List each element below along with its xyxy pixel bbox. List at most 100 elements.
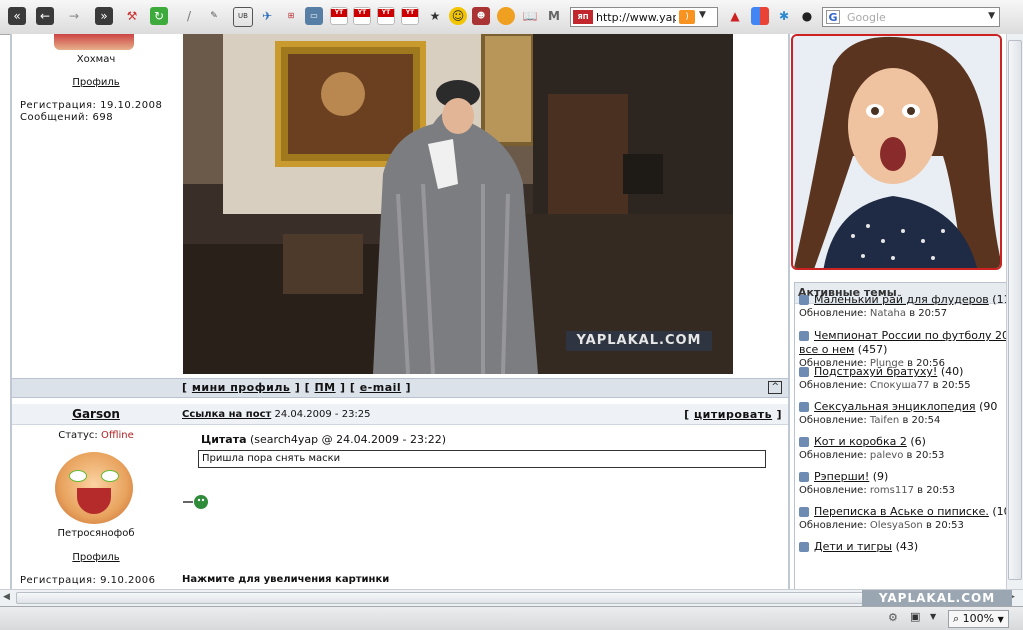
topic-icon	[799, 402, 809, 412]
enlarge-image-hint[interactable]: Нажмите для увеличения картинки	[182, 574, 389, 585]
star-icon[interactable]: ★	[426, 7, 444, 25]
reload-icon[interactable]: ↻	[150, 7, 168, 25]
smiley-icon[interactable]: ☺	[449, 7, 467, 25]
topic-title[interactable]: Подстрахуй братуху!	[814, 365, 937, 378]
quote-button[interactable]: цитировать	[694, 408, 772, 421]
topic-item[interactable]: Сексуальная энциклопедия (90 Обновление: …	[799, 400, 1006, 428]
topic-count: (40)	[940, 365, 964, 378]
tools-icon[interactable]: ⚒	[123, 7, 141, 25]
scrollbar-thumb[interactable]	[16, 592, 1006, 604]
chevron-down-icon[interactable]: ▼	[930, 612, 936, 621]
update-time: в 20:57	[909, 308, 948, 319]
vertical-scrollbar[interactable]	[1006, 34, 1023, 589]
address-bar[interactable]: ЯП http://www.yapl ) ▼	[570, 7, 718, 27]
update-user[interactable]: OlesyaSon	[870, 520, 923, 531]
scroll-left-icon[interactable]: ◀	[3, 592, 10, 602]
update-time: в 20:55	[932, 380, 971, 391]
bracket: ]	[405, 381, 412, 394]
camera-icon[interactable]: ▣	[910, 610, 920, 623]
post-footer-bar: [ мини профиль ] [ ПМ ] [ e-mail ] ^	[12, 378, 788, 398]
zoom-control[interactable]: ⌕ 100% ▼	[948, 610, 1009, 628]
url-text[interactable]: http://www.yapl	[596, 11, 676, 24]
topic-item[interactable]: Дети и тигры (43)	[799, 540, 1006, 554]
rss-icon[interactable]: )	[679, 10, 695, 24]
youtube-icon[interactable]: YT	[401, 7, 419, 25]
orange-circle-icon[interactable]	[497, 7, 515, 25]
bookmark-icon[interactable]: ⊞	[282, 7, 300, 25]
topic-title[interactable]: Переписка в Аське о пиписке.	[814, 505, 989, 518]
bracket: ] [	[294, 381, 311, 394]
update-user[interactable]: Nataha	[870, 308, 906, 319]
topic-item[interactable]: Переписка в Аське о пиписке. (10Обновлен…	[799, 505, 1006, 533]
mini-profile-link[interactable]: мини профиль	[192, 381, 291, 394]
topic-item[interactable]: Подстрахуй братуху! (40) Обновление: Спок…	[799, 365, 1006, 393]
youtube-icon[interactable]: YT	[377, 7, 395, 25]
news-icon[interactable]: UB	[233, 7, 253, 27]
update-label: Обновление:	[799, 308, 867, 319]
poster-username[interactable]: Garson	[72, 407, 120, 421]
avatar[interactable]	[55, 452, 133, 524]
topic-title[interactable]: Рэперши!	[814, 470, 869, 483]
snowflake-icon[interactable]: ✱	[775, 7, 793, 25]
triangle-icon[interactable]: ▲	[726, 7, 744, 25]
plugin-icon[interactable]: ⚙	[888, 611, 898, 624]
scroll-up-button[interactable]: ^	[768, 381, 782, 394]
post-permalink[interactable]: Ссылка на пост	[182, 409, 271, 420]
portrait-icon[interactable]: ☻	[472, 7, 490, 25]
pen-icon[interactable]: /	[180, 7, 198, 25]
topic-title[interactable]: Сексуальная энциклопедия	[814, 400, 976, 413]
quote-header: Цитата (search4yap @ 24.04.2009 - 23:22)	[201, 433, 446, 446]
update-user[interactable]: Спокуша77	[870, 380, 930, 391]
window-icon[interactable]: ▭	[305, 7, 323, 25]
topic-title[interactable]: Дети и тигры	[814, 540, 892, 553]
google-tools-icon[interactable]	[751, 7, 769, 25]
topic-update: Обновление: Спокуша77 в 20:55	[799, 379, 1006, 393]
youtube-icon[interactable]: YT	[330, 7, 348, 25]
post-image[interactable]: YAPLAKAL.COM	[183, 34, 733, 374]
topic-icon	[799, 472, 809, 482]
chevron-down-icon[interactable]: ▼	[699, 10, 706, 20]
google-icon: G	[826, 10, 840, 24]
topic-update: Обновление: OlesyaSon в 20:53	[799, 519, 1006, 533]
topic-item[interactable]: Кот и коробка 2 (6) Обновление: palevo в …	[799, 435, 1006, 463]
topic-title[interactable]: Чемпионат России по футболу 2009. И все …	[799, 329, 1006, 356]
profile-link[interactable]: Профиль	[72, 552, 119, 563]
room-scene	[183, 34, 733, 374]
bracket: [	[182, 381, 188, 394]
update-user[interactable]: Taifen	[870, 415, 899, 426]
update-user[interactable]: palevo	[870, 450, 903, 461]
update-time: в 20:53	[925, 520, 964, 531]
youtube-icon[interactable]: YT	[353, 7, 371, 25]
topic-icon	[799, 295, 809, 305]
plane-icon[interactable]: ✈	[258, 7, 276, 25]
topic-update: Обновление: Taifen в 20:54	[799, 414, 1006, 428]
edit-icon[interactable]: ✎	[205, 7, 223, 25]
browser-toolbar: « ← → » ⚒ ↻ / ✎ UB ✈ ⊞ ▭ YT YT YT YT ★ ☺…	[0, 0, 1023, 35]
avatar[interactable]	[54, 34, 134, 50]
fast-forward-icon[interactable]: »	[95, 7, 113, 25]
topic-item[interactable]: Рэперши! (9) Обновление: roms117 в 20:53	[799, 470, 1006, 498]
search-input[interactable]: G Google ▼	[822, 7, 1000, 27]
back-icon[interactable]: ←	[36, 7, 54, 25]
update-user[interactable]: roms117	[870, 485, 914, 496]
profile-link[interactable]: Профиль	[72, 77, 119, 88]
status-badge: Offline	[100, 430, 134, 441]
bomb-smiley-icon	[183, 495, 208, 509]
spy-icon[interactable]: ●	[798, 7, 816, 25]
username: Хохмач	[76, 54, 116, 65]
mail-icon[interactable]: M	[545, 7, 563, 25]
topic-item[interactable]: Маленький рай для флудеров (11583) Обновл…	[799, 293, 1006, 321]
user-rank: Петросянофоб	[57, 528, 135, 539]
topic-count: (11583)	[992, 293, 1006, 306]
topic-title[interactable]: Маленький рай для флудеров	[814, 293, 989, 306]
forward-icon[interactable]: →	[65, 7, 83, 25]
email-link[interactable]: e-mail	[360, 381, 401, 394]
pm-link[interactable]: ПМ	[314, 381, 335, 394]
rewind-icon[interactable]: «	[8, 7, 26, 25]
topic-title[interactable]: Кот и коробка 2	[814, 435, 907, 448]
chevron-down-icon[interactable]: ▼	[988, 11, 995, 21]
scrollbar-thumb[interactable]	[1008, 40, 1022, 580]
advertisement-banner[interactable]	[791, 34, 1002, 270]
book-icon[interactable]: 📖	[521, 7, 539, 25]
chevron-down-icon: ▼	[997, 615, 1004, 624]
